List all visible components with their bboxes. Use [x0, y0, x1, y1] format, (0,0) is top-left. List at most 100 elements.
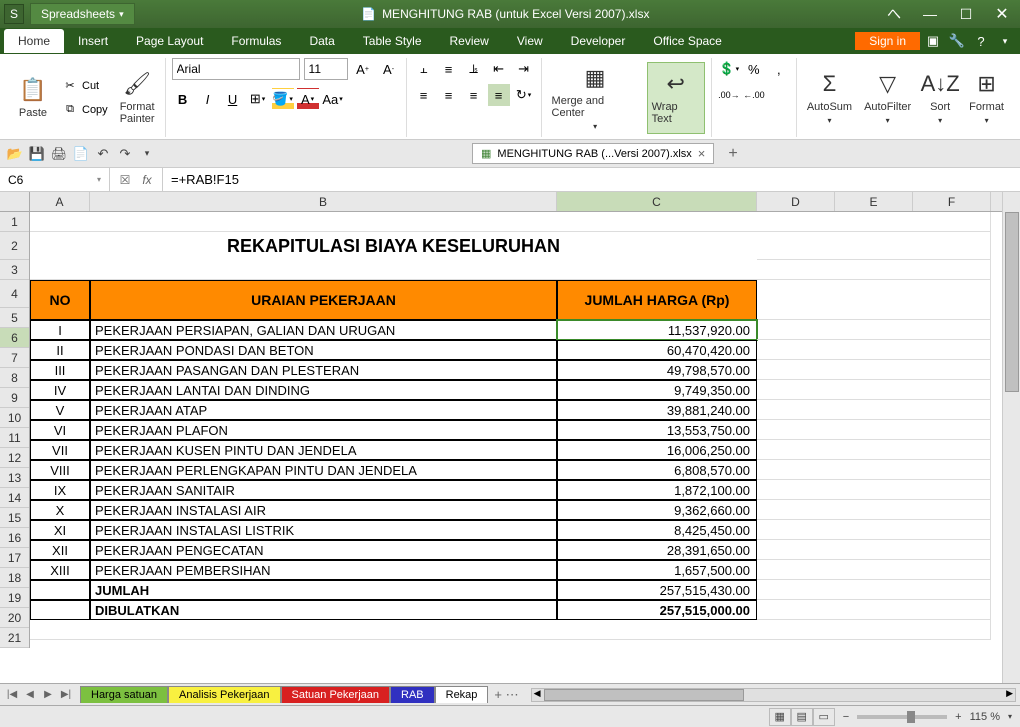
cell[interactable]: JUMLAH HARGA (Rp) [557, 280, 757, 320]
cell[interactable]: PEKERJAAN PASANGAN DAN PLESTERAN [90, 360, 557, 380]
cancel-formula-icon[interactable]: ☒ [116, 171, 134, 189]
sheet-prev-button[interactable]: ◀ [22, 689, 38, 700]
cell[interactable]: XII [30, 540, 90, 560]
horizontal-scrollbar[interactable]: ◀ ▶ [531, 688, 1016, 702]
close-button[interactable]: ✕ [984, 0, 1020, 28]
cell[interactable] [757, 560, 991, 580]
cell[interactable] [30, 600, 90, 620]
border-button[interactable]: ⊞ [247, 88, 269, 110]
cell[interactable]: 28,391,650.00 [557, 540, 757, 560]
align-dist-button[interactable]: ≡ [488, 84, 510, 106]
cell[interactable]: 49,798,570.00 [557, 360, 757, 380]
cell[interactable]: 6,808,570.00 [557, 460, 757, 480]
cell[interactable] [757, 360, 991, 380]
cell[interactable]: 39,881,240.00 [557, 400, 757, 420]
cell[interactable]: IX [30, 480, 90, 500]
cell[interactable]: PEKERJAAN INSTALASI AIR [90, 500, 557, 520]
cell[interactable] [30, 212, 991, 232]
align-middle-button[interactable]: ≡ [438, 58, 460, 80]
page-view-button[interactable]: ▤ [791, 708, 813, 726]
row-header-21[interactable]: 21 [0, 628, 29, 648]
cell[interactable] [30, 620, 991, 640]
cell[interactable]: NO [30, 280, 90, 320]
col-header-F[interactable]: F [913, 192, 991, 211]
increase-decimal-button[interactable]: .00→ [718, 84, 740, 106]
cut-button[interactable]: ✂Cut [58, 75, 112, 97]
font-size-combo[interactable] [304, 58, 348, 80]
menu-office-space[interactable]: Office Space [639, 29, 735, 53]
print-icon[interactable]: 🖨 [50, 145, 68, 163]
autosum-button[interactable]: ΣAutoSum▾ [803, 62, 856, 134]
cell[interactable]: REKAPITULASI BIAYA KESELURUHAN [30, 232, 757, 260]
wrench-icon[interactable]: 🔧 [946, 30, 968, 52]
col-header-B[interactable]: B [90, 192, 557, 211]
fill-color-button[interactable]: 🪣 [272, 88, 294, 110]
col-header-D[interactable]: D [757, 192, 835, 211]
increase-font-button[interactable]: A+ [352, 58, 374, 80]
cell[interactable] [757, 480, 991, 500]
sheet-first-button[interactable]: |◀ [4, 689, 20, 700]
vertical-scrollbar[interactable] [1002, 192, 1020, 683]
cell[interactable]: VIII [30, 460, 90, 480]
name-box[interactable]: C6 [0, 168, 110, 191]
cell[interactable]: PEKERJAAN SANITAIR [90, 480, 557, 500]
cell[interactable] [757, 500, 991, 520]
zoom-thumb[interactable] [907, 711, 915, 723]
cell[interactable] [757, 232, 991, 260]
cell[interactable]: XIII [30, 560, 90, 580]
align-bottom-button[interactable]: ⫡ [463, 58, 485, 80]
cell[interactable]: PEKERJAAN PLAFON [90, 420, 557, 440]
sort-button[interactable]: A↓ZSort▾ [919, 62, 961, 134]
hscroll-thumb[interactable] [544, 689, 744, 701]
document-tab[interactable]: ▦ MENGHITUNG RAB (...Versi 2007).xlsx × [472, 143, 714, 164]
menu-home[interactable]: Home [4, 29, 64, 53]
cell-grid[interactable]: REKAPITULASI BIAYA KESELURUHANNOURAIAN P… [30, 212, 991, 648]
cell[interactable]: 8,425,450.00 [557, 520, 757, 540]
row-header-14[interactable]: 14 [0, 488, 29, 508]
cell[interactable] [757, 520, 991, 540]
formula-input[interactable]: =+RAB!F15 [163, 168, 1020, 191]
row-header-4[interactable]: 4 [0, 280, 29, 308]
cell[interactable]: 257,515,430.00 [557, 580, 757, 600]
cell[interactable]: II [30, 340, 90, 360]
row-header-15[interactable]: 15 [0, 508, 29, 528]
cell[interactable]: 9,749,350.00 [557, 380, 757, 400]
cell[interactable]: III [30, 360, 90, 380]
cell[interactable]: PEKERJAAN LANTAI DAN DINDING [90, 380, 557, 400]
cell[interactable] [757, 600, 991, 620]
zoom-slider[interactable] [857, 715, 947, 719]
maximize-button[interactable]: ☐ [948, 0, 984, 28]
currency-button[interactable]: 💲 [718, 58, 740, 80]
row-header-18[interactable]: 18 [0, 568, 29, 588]
qat-more-icon[interactable]: ▾ [138, 145, 156, 163]
cell[interactable] [757, 400, 991, 420]
row-header-2[interactable]: 2 [0, 232, 29, 260]
menu-developer[interactable]: Developer [557, 29, 640, 53]
cell[interactable] [757, 420, 991, 440]
undo-icon[interactable]: ↶ [94, 145, 112, 163]
cell[interactable]: JUMLAH [90, 580, 557, 600]
cell[interactable]: 11,537,920.00 [557, 320, 757, 340]
cell[interactable] [30, 260, 991, 280]
menu-insert[interactable]: Insert [64, 29, 122, 53]
decrease-indent-button[interactable]: ⇤ [488, 58, 510, 80]
cell[interactable] [757, 280, 991, 320]
sheet-tab-rab[interactable]: RAB [390, 686, 435, 703]
row-header-7[interactable]: 7 [0, 348, 29, 368]
menu-formulas[interactable]: Formulas [217, 29, 295, 53]
zoom-out-button[interactable]: − [843, 711, 849, 723]
font-color-button[interactable]: A [297, 88, 319, 110]
skin-icon[interactable]: ▣ [922, 30, 944, 52]
format-painter-button[interactable]: 🖌Format Painter [116, 62, 159, 134]
row-header-9[interactable]: 9 [0, 388, 29, 408]
cell[interactable]: PEKERJAAN KUSEN PINTU DAN JENDELA [90, 440, 557, 460]
cell[interactable]: IV [30, 380, 90, 400]
menu-page-layout[interactable]: Page Layout [122, 29, 217, 53]
cell[interactable]: V [30, 400, 90, 420]
cell[interactable]: DIBULATKAN [90, 600, 557, 620]
cell[interactable]: 257,515,000.00 [557, 600, 757, 620]
vscroll-thumb[interactable] [1005, 212, 1019, 392]
signin-button[interactable]: Sign in [855, 32, 920, 50]
cell[interactable]: PEKERJAAN PEMBERSIHAN [90, 560, 557, 580]
row-header-13[interactable]: 13 [0, 468, 29, 488]
